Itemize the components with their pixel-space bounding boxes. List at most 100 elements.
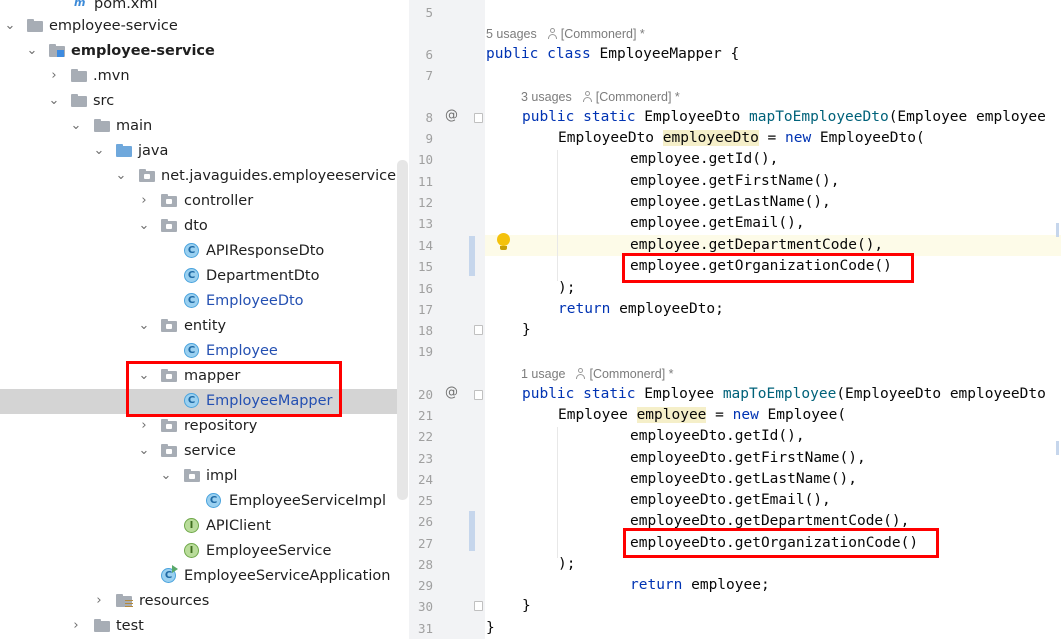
fold-icon[interactable] [474, 601, 483, 611]
tree-item-label: EmployeeServiceImpl [229, 493, 387, 509]
tree-item-employeeserviceapplication[interactable]: C EmployeeServiceApplication [0, 564, 398, 589]
author-hint[interactable]: [Commonerd] * [589, 367, 673, 381]
tree-item-package-root[interactable]: ⌄ net.javaguides.employeeservice [0, 164, 398, 189]
annotation-marker-icon[interactable]: @ [445, 108, 458, 123]
usages-hint[interactable]: 1 usage [Commonerd] * [521, 367, 674, 381]
author-icon [582, 91, 593, 102]
tree-item-mapper[interactable]: ⌄ mapper [0, 364, 398, 389]
chevron-down-icon[interactable]: ⌄ [138, 368, 150, 384]
chevron-down-icon[interactable]: ⌄ [48, 93, 60, 109]
tree-item-test[interactable]: › test [0, 614, 398, 639]
code-line-16: ); [558, 280, 576, 296]
line-number: 9 [425, 131, 433, 146]
tree-item-src[interactable]: ⌄ src [0, 89, 398, 114]
chevron-down-icon[interactable]: ⌄ [115, 168, 127, 184]
chevron-down-icon[interactable]: ⌄ [4, 18, 16, 34]
type: EmployeeDto [558, 130, 655, 146]
author-hint[interactable]: [Commonerd] * [596, 90, 680, 104]
line-number: 20 [417, 387, 433, 402]
lightbulb-icon[interactable] [497, 233, 510, 250]
tree-item-service[interactable]: ⌄ service [0, 439, 398, 464]
line-number: 13 [417, 216, 433, 231]
code-line-11: employee.getFirstName(), [630, 173, 840, 189]
tree-item-label: EmployeeMapper [206, 393, 333, 409]
chevron-down-icon[interactable]: ⌄ [160, 468, 172, 484]
fold-icon[interactable] [474, 390, 483, 400]
line-number: 24 [417, 472, 433, 487]
tree-item-employee-service-module[interactable]: ⌄ employee-service [0, 39, 398, 64]
tree-item-impl[interactable]: ⌄ impl [0, 464, 398, 489]
constructor: EmployeeDto( [811, 130, 925, 146]
usages-hint[interactable]: 5 usages [Commonerd] * [486, 27, 645, 41]
tree-item-dto[interactable]: ⌄ dto [0, 214, 398, 239]
chevron-down-icon[interactable]: ⌄ [138, 443, 150, 459]
package-icon [161, 418, 178, 435]
tree-item-label: src [93, 93, 115, 109]
code-line-26: employeeDto.getDepartmentCode(), [630, 513, 910, 529]
fold-icon[interactable] [474, 113, 483, 123]
tree-item-employee-service-root[interactable]: ⌄ employee-service [0, 14, 398, 39]
author-icon [575, 368, 586, 379]
package-icon [161, 443, 178, 460]
fold-icon[interactable] [474, 325, 483, 335]
line-number: 22 [417, 429, 433, 444]
tree-item-resources[interactable]: › resources [0, 589, 398, 614]
code-line-14: employee.getDepartmentCode(), [630, 237, 884, 253]
annotation-marker-icon[interactable]: @ [445, 385, 458, 400]
interface-icon: I [184, 543, 201, 560]
tree-item-label: employee-service [49, 18, 178, 34]
chevron-down-icon[interactable]: ⌄ [93, 143, 105, 159]
tree-item-main[interactable]: ⌄ main [0, 114, 398, 139]
chevron-right-icon[interactable]: › [70, 618, 82, 634]
tree-item-repository[interactable]: › repository [0, 414, 398, 439]
keyword: return [630, 577, 683, 593]
params: (Employee employee [888, 109, 1046, 125]
tree-scrollbar[interactable] [397, 160, 408, 500]
line-number: 23 [417, 451, 433, 466]
tree-item-entity[interactable]: ⌄ entity [0, 314, 398, 339]
tree-item-employeeservice[interactable]: I EmployeeService [0, 539, 398, 564]
code-editor[interactable]: 5 6 7 8 9 10 11 12 13 14 15 16 17 18 19 … [409, 0, 1061, 639]
code-line-9: EmployeeDto employeeDto = new EmployeeDt… [558, 128, 925, 149]
folder-icon [27, 18, 44, 35]
scroll-marker [1056, 223, 1059, 237]
line-number: 29 [417, 578, 433, 593]
operator: = [706, 407, 733, 423]
usages-count[interactable]: 1 usage [521, 367, 565, 381]
chevron-down-icon[interactable]: ⌄ [138, 318, 150, 334]
code-line-23: employeeDto.getFirstName(), [630, 450, 866, 466]
usages-hint[interactable]: 3 usages [Commonerd] * [521, 90, 680, 104]
usages-count[interactable]: 5 usages [486, 27, 537, 41]
chevron-down-icon[interactable]: ⌄ [138, 218, 150, 234]
author-hint[interactable]: [Commonerd] * [561, 27, 645, 41]
tree-item-employeeserviceimpl[interactable]: C EmployeeServiceImpl [0, 489, 398, 514]
code-line-25: employeeDto.getEmail(), [630, 492, 831, 508]
usages-count[interactable]: 3 usages [521, 90, 572, 104]
tree-item-employeedto[interactable]: C EmployeeDto [0, 289, 398, 314]
tree-item-mvn[interactable]: › .mvn [0, 64, 398, 89]
chevron-right-icon[interactable]: › [93, 593, 105, 609]
tree-item-java[interactable]: ⌄ java [0, 139, 398, 164]
tree-item-controller[interactable]: › controller [0, 189, 398, 214]
tree-item-departmentdto[interactable]: C DepartmentDto [0, 264, 398, 289]
tree-item-apiresponsedto[interactable]: C APIResponseDto [0, 239, 398, 264]
maven-file-icon: m [74, 0, 86, 9]
chevron-right-icon[interactable]: › [48, 68, 60, 84]
variable: employee [636, 407, 707, 423]
line-number: 11 [417, 174, 433, 189]
chevron-down-icon[interactable]: ⌄ [70, 118, 82, 134]
line-number: 6 [425, 47, 433, 62]
chevron-right-icon[interactable]: › [138, 418, 150, 434]
line-number: 14 [417, 238, 433, 253]
tree-item-apiclient[interactable]: I APIClient [0, 514, 398, 539]
tree-item-employeemapper[interactable]: C EmployeeMapper [0, 389, 398, 414]
code-line-8: public static EmployeeDto mapToEmployeeD… [522, 107, 1046, 128]
code-line-17: return employeeDto; [558, 299, 724, 320]
chevron-down-icon[interactable]: ⌄ [26, 43, 38, 59]
folder-icon [94, 118, 111, 135]
chevron-right-icon[interactable]: › [138, 193, 150, 209]
tree-item-label: EmployeeDto [206, 293, 304, 309]
tree-item-employee[interactable]: C Employee [0, 339, 398, 364]
code-line-18: } [522, 322, 531, 338]
code-line-12: employee.getLastName(), [630, 194, 831, 210]
